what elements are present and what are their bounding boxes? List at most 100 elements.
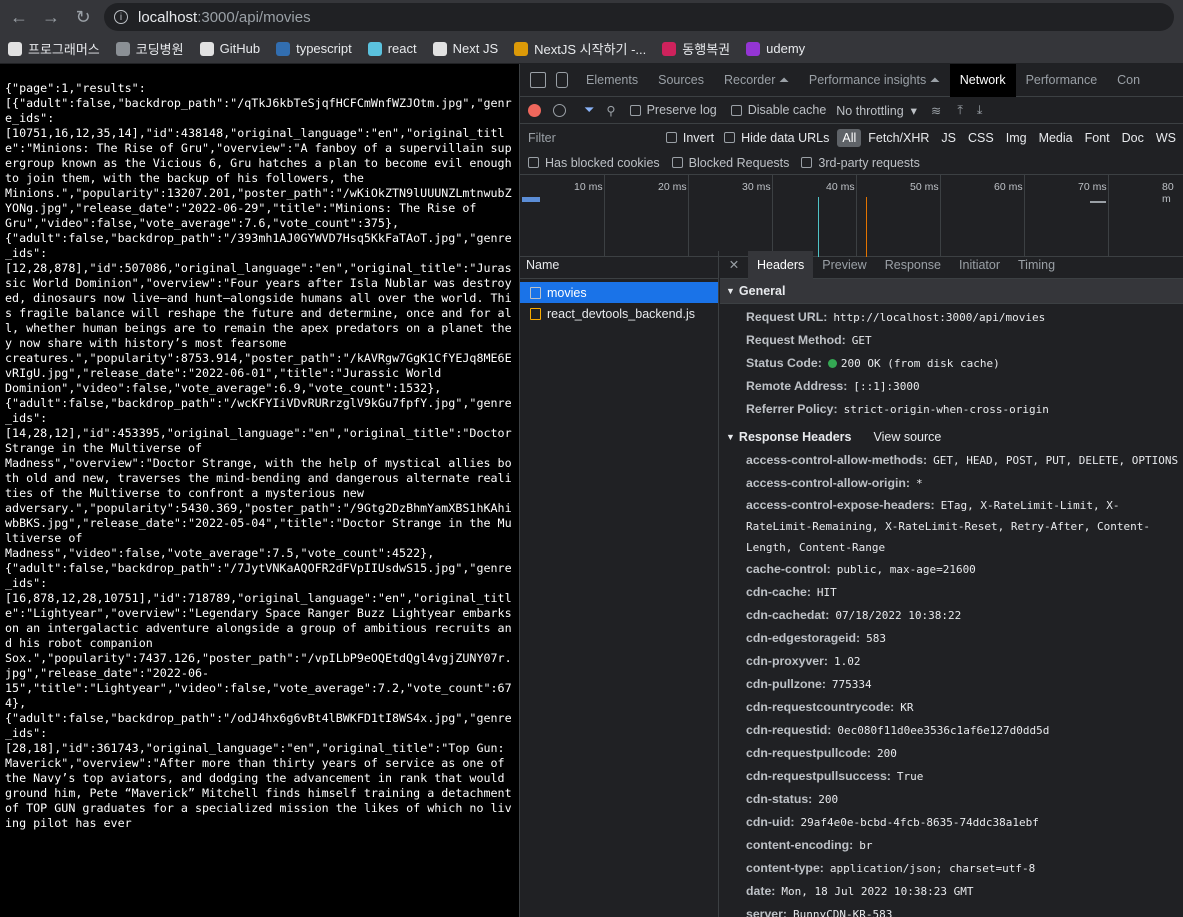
bookmark-label: typescript bbox=[296, 41, 352, 56]
throttling-select[interactable]: No throttling ▾ bbox=[836, 103, 917, 118]
header-row: cdn-requestpullcode: 200 bbox=[720, 742, 1183, 765]
header-row: Remote Address: [::1]:3000 bbox=[720, 375, 1183, 398]
bookmark-item[interactable]: NextJS 시작하기 -... bbox=[514, 39, 646, 58]
bookmarks-bar: 프로그래머스 코딩병원 GitHub typescript react Next JS Ne… bbox=[0, 34, 1183, 64]
timeline-bar bbox=[522, 197, 540, 202]
bookmark-item[interactable]: GitHub bbox=[199, 41, 260, 56]
timeline-tick-label: 40 ms bbox=[826, 181, 855, 193]
type-filter-button[interactable]: WS bbox=[1151, 129, 1181, 147]
url-path: :3000/api/movies bbox=[197, 8, 311, 26]
search-icon[interactable]: ⚲ bbox=[606, 103, 615, 118]
back-arrow-icon[interactable]: ← bbox=[6, 4, 32, 30]
devtools-tab[interactable]: Network bbox=[949, 64, 1016, 97]
bookmark-item[interactable]: 코딩병원 bbox=[115, 39, 184, 58]
address-bar[interactable]: i localhost:3000/api/movies bbox=[104, 3, 1174, 31]
header-key: cdn-cachedat: bbox=[746, 608, 830, 622]
detail-tab[interactable]: Response bbox=[876, 251, 950, 279]
header-row: Request Method: GET bbox=[720, 329, 1183, 352]
header-row: cdn-status: 200 bbox=[720, 788, 1183, 811]
timeline-gridline bbox=[688, 175, 689, 257]
preserve-log-checkbox[interactable]: Preserve log bbox=[629, 103, 717, 117]
devtools-tab[interactable]: Performance bbox=[1016, 64, 1108, 97]
devtools-tab[interactable]: Recorder ⏶ bbox=[714, 64, 799, 97]
filter-icon[interactable]: ⏷ bbox=[584, 102, 594, 118]
nextjs-icon bbox=[432, 41, 447, 56]
json-response-body: {"page":1,"results": [{"adult":false,"ba… bbox=[0, 64, 519, 917]
record-icon[interactable] bbox=[528, 103, 541, 117]
network-toolbar: ⏷ ⚲ Preserve log Disable cache No thrott… bbox=[520, 97, 1183, 124]
bookmark-item[interactable]: udemy bbox=[746, 41, 805, 56]
filter-row-2: Has blocked cookies Blocked Requests 3rd… bbox=[520, 151, 1183, 175]
devtools-tab[interactable]: Con bbox=[1107, 64, 1150, 97]
header-row: cdn-uid: 29af4e0e-bcbd-4fcb-8635-74ddc38a… bbox=[720, 811, 1183, 834]
type-filter-button[interactable]: Font bbox=[1080, 129, 1115, 147]
header-value: 07/18/2022 10:38:22 bbox=[835, 609, 962, 622]
type-filter-button[interactable]: JS bbox=[936, 129, 961, 147]
device-toolbar-icon[interactable] bbox=[556, 72, 568, 88]
header-value: application/json; charset=utf-8 bbox=[829, 862, 1036, 875]
request-row[interactable]: react_devtools_backend.js bbox=[520, 303, 718, 324]
info-icon[interactable]: i bbox=[114, 10, 128, 24]
request-name: movies bbox=[547, 285, 587, 300]
header-row: server: BunnyCDN-KR-583 bbox=[720, 903, 1183, 917]
network-timeline[interactable]: 10 ms 20 ms 30 ms 40 ms 50 ms 60 ms 70 ms 80 m bbox=[520, 175, 1183, 257]
devtools-tab[interactable]: Elements bbox=[576, 64, 648, 97]
header-value: 775334 bbox=[831, 678, 872, 691]
devtools-tab[interactable]: Performance insights ⏶ bbox=[799, 64, 950, 97]
type-filter-button[interactable]: Img bbox=[1001, 129, 1032, 147]
detail-tabs: ✕ Headers Preview Response Initiator Timing bbox=[720, 250, 1183, 279]
clear-icon[interactable] bbox=[553, 103, 566, 117]
document-icon bbox=[530, 286, 541, 299]
bookmark-item[interactable]: 동행복권 bbox=[662, 39, 730, 58]
blocked-requests-checkbox[interactable]: Blocked Requests bbox=[671, 156, 789, 170]
js-file-icon bbox=[530, 307, 541, 320]
devtools-tabs: Elements Sources Recorder ⏶ Performance ins… bbox=[520, 64, 1183, 97]
header-key: access-control-allow-origin: bbox=[746, 476, 910, 490]
devtools-tab[interactable]: Sources bbox=[648, 64, 714, 97]
bookmark-item[interactable]: react bbox=[367, 41, 417, 56]
header-key: content-encoding: bbox=[746, 838, 854, 852]
type-filter-button[interactable]: Fetch/XHR bbox=[863, 129, 934, 147]
header-value: 200 bbox=[877, 747, 897, 760]
forward-arrow-icon[interactable]: → bbox=[38, 4, 64, 30]
bookmark-item[interactable]: Next JS bbox=[432, 41, 499, 56]
type-filter-button[interactable]: CSS bbox=[963, 129, 999, 147]
name-column-header[interactable]: Name bbox=[520, 251, 718, 279]
header-key: cdn-edgestorageid: bbox=[746, 631, 861, 645]
header-row: access-control-expose-headers: ETag, X-Ra… bbox=[720, 495, 1183, 558]
view-source-link[interactable]: View source bbox=[873, 430, 941, 444]
detail-tab[interactable]: Timing bbox=[1009, 251, 1064, 279]
type-filter-button[interactable]: Doc bbox=[1117, 129, 1149, 147]
ts-icon bbox=[276, 41, 291, 56]
timeline-gridline bbox=[1024, 175, 1025, 257]
export-har-icon[interactable]: ⤓ bbox=[977, 103, 983, 118]
bookmark-label: Next JS bbox=[452, 41, 499, 56]
import-har-icon[interactable]: ⤒ bbox=[957, 103, 963, 118]
filter-input[interactable]: Filter bbox=[528, 131, 666, 145]
reload-icon[interactable]: ↻ bbox=[70, 4, 96, 30]
header-key: cdn-requestcountrycode: bbox=[746, 700, 895, 714]
close-icon[interactable]: ✕ bbox=[720, 257, 748, 272]
detail-tab[interactable]: Preview bbox=[813, 251, 875, 279]
inspect-icon[interactable] bbox=[530, 72, 546, 88]
detail-tab[interactable]: Initiator bbox=[950, 251, 1009, 279]
request-row[interactable]: movies bbox=[520, 282, 718, 303]
type-filter-button[interactable]: Media bbox=[1034, 129, 1078, 147]
invert-checkbox[interactable]: Invert bbox=[665, 131, 714, 145]
disable-cache-checkbox[interactable]: Disable cache bbox=[730, 103, 826, 117]
header-row: cdn-cache: HIT bbox=[720, 581, 1183, 604]
header-value: 0ec080f11d0ee3536c1af6e127d0dd5d bbox=[837, 724, 1050, 737]
bookmark-item[interactable]: typescript bbox=[276, 41, 352, 56]
type-filter-button[interactable]: All bbox=[837, 128, 862, 147]
network-conditions-icon[interactable]: ≋ bbox=[931, 103, 941, 118]
response-headers-section-header[interactable]: ▼ Response Headers View source bbox=[720, 424, 1183, 449]
bookmark-item[interactable]: 프로그래머스 bbox=[8, 39, 100, 58]
detail-tab[interactable]: Headers bbox=[748, 250, 814, 279]
hide-data-urls-checkbox[interactable]: Hide data URLs bbox=[724, 131, 829, 145]
general-section-header[interactable]: ▼ General bbox=[720, 279, 1183, 304]
blocked-cookies-checkbox[interactable]: Has blocked cookies bbox=[528, 156, 660, 170]
timeline-gridline bbox=[1108, 175, 1109, 257]
header-key: cdn-requestpullsuccess: bbox=[746, 769, 891, 783]
status-ok-icon bbox=[827, 359, 837, 369]
third-party-checkbox[interactable]: 3rd-party requests bbox=[801, 156, 920, 170]
